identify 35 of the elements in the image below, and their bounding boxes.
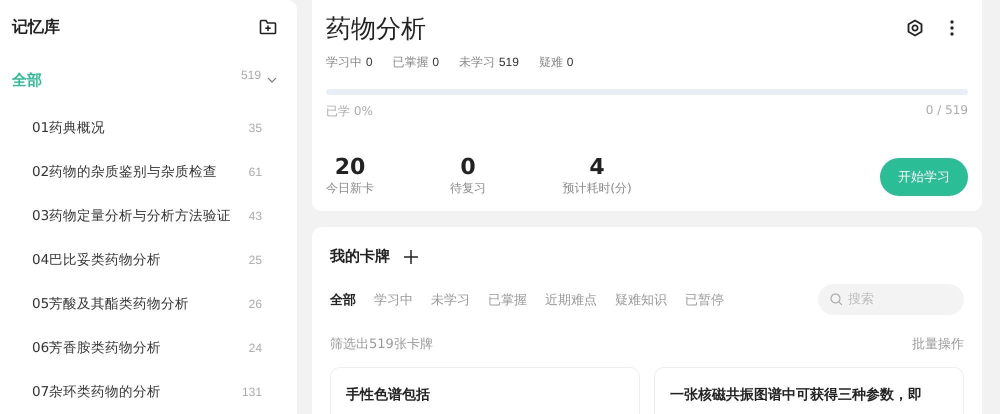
tree-item[interactable]: 07杂环类药物的分析 131	[12, 370, 297, 414]
tree-item[interactable]: 01药典概况 35	[12, 106, 297, 150]
flashcard-title: 手性色谱包括	[346, 387, 430, 404]
more-icon[interactable]	[950, 20, 954, 36]
add-icon[interactable]	[404, 250, 418, 264]
progress-caption: 已学 0%	[326, 103, 373, 120]
stat-text: 学习中 0	[326, 54, 373, 71]
summary-label: 预计耗时(分)	[562, 180, 632, 198]
flashcard[interactable]: 一张核磁共振图谱中可获得三种参数，即	[654, 367, 964, 414]
summary-value: 0	[460, 156, 476, 180]
flashcard[interactable]: 手性色谱包括	[330, 367, 640, 414]
sidebar-title: 记忆库	[12, 16, 60, 38]
tree-item[interactable]: 04巴比妥类药物分析 25	[12, 238, 297, 282]
add-folder-icon[interactable]	[259, 19, 277, 35]
section-title: 我的卡牌	[330, 247, 390, 266]
summary-value: 4	[589, 156, 605, 180]
filter-tab[interactable]: 全部	[330, 290, 356, 309]
chevron-icon[interactable]	[267, 77, 277, 83]
summary-label: 待复习	[450, 180, 486, 198]
flashcard-title: 一张核磁共振图谱中可获得三种参数，即	[670, 387, 922, 404]
search-icon	[830, 293, 843, 306]
search-field[interactable]: 搜索	[818, 284, 964, 316]
deck-title: 药物分析	[326, 12, 427, 44]
tree-item[interactable]: 02药物的杂质鉴别与杂质检查 61	[12, 150, 297, 194]
summary-label: 今日新卡	[326, 180, 374, 198]
tree-item[interactable]: 05芳酸及其酯类药物分析 26	[12, 282, 297, 326]
tree-item[interactable]: 03药物定量分析与分析方法验证 43	[12, 194, 297, 238]
progress-reading: 0 / 519	[926, 103, 968, 119]
stat-text: 已掌握 0	[392, 54, 440, 71]
stat-text: 未学习 519	[459, 54, 519, 71]
filter-result-text: 筛选出519张卡牌	[330, 336, 433, 354]
stat-text: 疑难 0	[538, 54, 574, 71]
settings-icon[interactable]	[906, 19, 924, 37]
summary-value: 20	[334, 156, 366, 180]
tree-item[interactable]: 06芳香胺类药物分析 24	[12, 326, 297, 370]
